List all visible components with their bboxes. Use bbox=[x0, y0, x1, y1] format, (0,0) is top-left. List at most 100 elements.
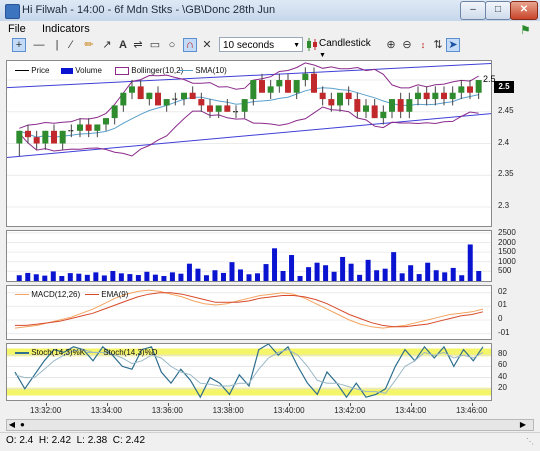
legend-price: Price bbox=[15, 66, 49, 75]
price-tick-label: 2.4 bbox=[498, 137, 510, 147]
volume-bar bbox=[59, 276, 65, 281]
volume-bar bbox=[348, 263, 354, 281]
candle-body bbox=[397, 99, 404, 112]
rectangle-icon[interactable]: ▭ bbox=[148, 38, 162, 52]
horizontal-scrollbar[interactable] bbox=[6, 419, 534, 431]
zoom-fit-icon[interactable]: ⇅ bbox=[431, 38, 445, 52]
text-icon[interactable]: A bbox=[116, 38, 130, 52]
volume-bar bbox=[442, 272, 448, 281]
volume-bar bbox=[314, 262, 320, 281]
zoom-out-icon[interactable]: ⊖ bbox=[400, 38, 414, 52]
macd-y-axis: 02 01 0 -01 bbox=[494, 285, 534, 340]
candle-body bbox=[441, 92, 447, 100]
price-tick-label: 2.3 bbox=[498, 200, 510, 210]
volume-bar bbox=[289, 255, 295, 281]
x-tick-label: 13:42:00 bbox=[334, 406, 366, 415]
scroll-right-icon[interactable]: ➤ bbox=[446, 38, 460, 52]
volume-bar bbox=[25, 272, 31, 281]
macd-tick-label: 01 bbox=[498, 300, 507, 310]
volume-bar bbox=[450, 267, 456, 281]
volume-bar bbox=[203, 275, 209, 281]
interval-select[interactable]: 10 seconds ▼ bbox=[219, 37, 303, 52]
candle-body bbox=[302, 73, 309, 81]
candle-body bbox=[120, 92, 127, 106]
ellipse-icon[interactable]: ○ bbox=[165, 38, 179, 52]
volume-bar bbox=[323, 265, 329, 281]
volume-bar bbox=[425, 262, 431, 281]
volume-bar bbox=[408, 265, 414, 281]
candle-body bbox=[276, 80, 283, 87]
menu-indicators[interactable]: Indicators bbox=[42, 23, 90, 35]
crosshair-icon[interactable]: + bbox=[12, 38, 26, 52]
candle-body bbox=[319, 92, 326, 100]
candle-body bbox=[285, 80, 291, 93]
legend-macd: MACD(12,26) bbox=[15, 290, 80, 299]
volume-bar bbox=[135, 275, 141, 281]
volume-bar bbox=[280, 271, 286, 281]
volume-tick-label: 2500 bbox=[498, 227, 516, 237]
volume-panel[interactable] bbox=[6, 230, 492, 282]
stoch-panel[interactable]: Stoch(14,3)%K Stoch(14,3)%D bbox=[6, 343, 492, 401]
candle-body bbox=[224, 105, 231, 112]
scroll-left-icon[interactable]: ◀ bbox=[7, 420, 17, 430]
candle-body bbox=[250, 80, 257, 100]
candle-body bbox=[423, 92, 430, 100]
stoch-y-axis: 80 60 40 20 bbox=[494, 343, 534, 401]
delete-icon[interactable]: ✕ bbox=[200, 38, 214, 52]
minimize-button[interactable]: – bbox=[460, 1, 486, 20]
candle-body bbox=[337, 92, 343, 106]
volume-tick-label: 500 bbox=[498, 266, 512, 276]
pin-icon[interactable]: ⚑ bbox=[520, 23, 531, 37]
legend-stoch-k: Stoch(14,3)%K bbox=[15, 348, 85, 357]
horizontal-line-icon[interactable]: — bbox=[32, 38, 46, 52]
volume-chart bbox=[7, 232, 491, 281]
volume-bar bbox=[118, 273, 124, 281]
trend-line-icon[interactable]: ∕ bbox=[64, 38, 78, 52]
fibonacci-icon[interactable]: ⇌ bbox=[131, 38, 145, 52]
macd-panel[interactable]: MACD(12,26) EMA(9) bbox=[6, 285, 492, 340]
volume-bar bbox=[331, 271, 337, 281]
volume-bar bbox=[272, 248, 278, 281]
x-tick-label: 13:46:00 bbox=[456, 406, 488, 415]
zoom-in-icon[interactable]: ⊕ bbox=[384, 38, 398, 52]
candle-body bbox=[432, 92, 439, 100]
volume-bar bbox=[237, 269, 243, 281]
scroll-right-arrow-icon[interactable]: ▶ bbox=[518, 420, 528, 430]
legend-ema: EMA(9) bbox=[85, 290, 128, 299]
volume-bar bbox=[297, 276, 303, 281]
candlestick-icon bbox=[306, 38, 318, 51]
vertical-line-icon[interactable]: | bbox=[50, 38, 64, 52]
candle-body bbox=[467, 86, 473, 93]
volume-bar bbox=[416, 274, 422, 281]
close-button[interactable]: ✕ bbox=[510, 1, 538, 20]
price-panel[interactable]: Price Volume Bollinger(10,2) SMA(10) 2.5 bbox=[6, 60, 496, 227]
stoch-tick-label: 40 bbox=[498, 371, 507, 381]
magnet-icon[interactable]: ∩ bbox=[183, 38, 197, 52]
candle-body bbox=[267, 86, 274, 93]
volume-bar bbox=[144, 271, 150, 281]
pencil-icon[interactable]: ✏ bbox=[82, 38, 96, 52]
candle-body bbox=[475, 80, 482, 93]
maximize-button[interactable]: □ bbox=[485, 1, 511, 20]
volume-bar bbox=[127, 274, 133, 281]
menu-file[interactable]: File bbox=[8, 23, 26, 35]
volume-bar bbox=[76, 273, 82, 281]
x-tick-label: 13:38:00 bbox=[212, 406, 244, 415]
candle-body bbox=[293, 80, 300, 93]
candle-body bbox=[241, 99, 248, 112]
candle-body bbox=[137, 86, 144, 100]
volume-bar bbox=[306, 267, 312, 281]
volume-bar bbox=[152, 274, 158, 281]
arrow-icon[interactable]: ↗ bbox=[100, 38, 114, 52]
price-tick-label: 2.45 bbox=[498, 105, 514, 115]
open-label: O: bbox=[6, 435, 17, 446]
scale-icon[interactable]: ↕ bbox=[416, 38, 430, 52]
volume-bar bbox=[67, 273, 73, 281]
candle-body bbox=[380, 111, 387, 119]
candle-body bbox=[16, 130, 23, 144]
chart-type-select[interactable]: Candlestick ▼ bbox=[319, 38, 379, 60]
candle-body bbox=[103, 118, 109, 125]
ohlc-readout: O: 2.4 H: 2.42 L: 2.38 C: 2.42 bbox=[6, 435, 145, 446]
legend-stoch-d: Stoch(14,3)%D bbox=[87, 348, 157, 357]
candle-body bbox=[189, 92, 196, 100]
